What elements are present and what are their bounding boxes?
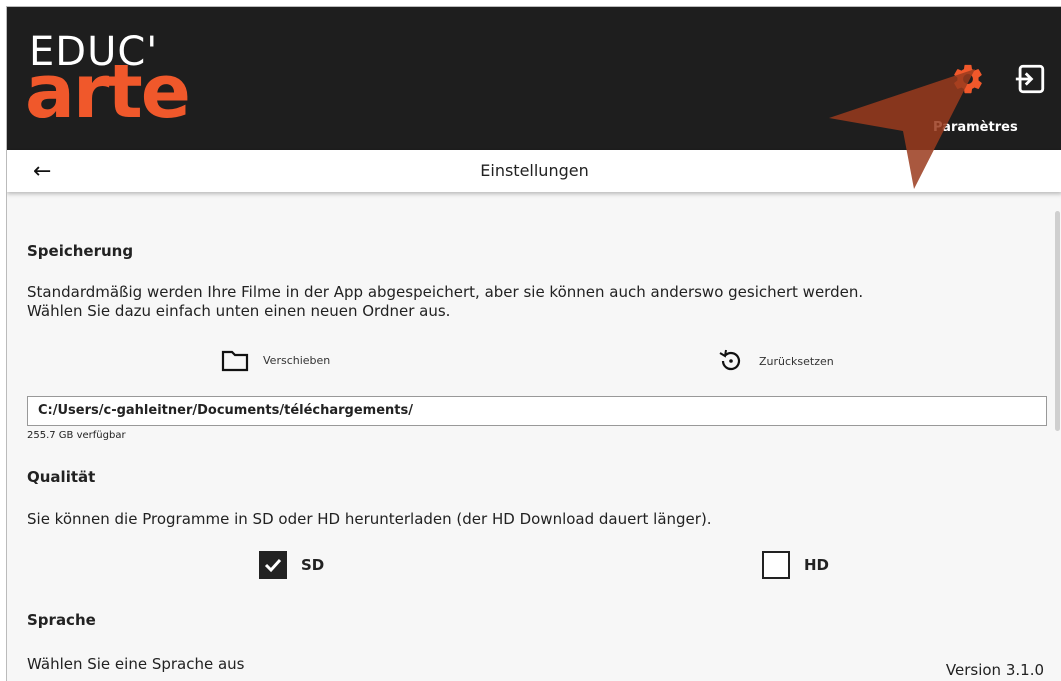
reset-label: Zurücksetzen bbox=[759, 354, 834, 368]
reset-button[interactable]: Zurücksetzen bbox=[717, 348, 834, 374]
language-description: Wählen Sie eine Sprache aus bbox=[27, 655, 245, 673]
scrollbar[interactable] bbox=[1055, 211, 1060, 431]
quality-heading: Qualität bbox=[27, 468, 96, 486]
page-title: Einstellungen bbox=[480, 161, 589, 180]
checkmark-icon bbox=[264, 558, 282, 573]
storage-path-field[interactable]: C:/Users/c-gahleitner/Documents/téléchar… bbox=[27, 396, 1047, 426]
folder-icon bbox=[221, 350, 249, 372]
hd-checkbox[interactable]: HD bbox=[762, 551, 829, 579]
title-bar: ← Einstellungen bbox=[7, 150, 1061, 192]
storage-description-1: Standardmäßig werden Ihre Filme in der A… bbox=[27, 283, 864, 301]
sd-checkbox[interactable]: SD bbox=[259, 551, 324, 579]
language-heading: Sprache bbox=[27, 611, 96, 629]
reset-icon bbox=[719, 349, 741, 371]
storage-description-2: Wählen Sie dazu einfach unten einen neue… bbox=[27, 302, 451, 320]
sd-label: SD bbox=[301, 556, 325, 574]
quality-description: Sie können die Programme in SD oder HD h… bbox=[27, 510, 712, 528]
available-space: 255.7 GB verfügbar bbox=[27, 430, 126, 441]
logout-icon[interactable] bbox=[1013, 62, 1047, 96]
checkbox-box[interactable] bbox=[762, 551, 790, 579]
settings-tooltip: Paramètres bbox=[933, 120, 1018, 135]
app-header: EDUC' arte Paramètres bbox=[7, 7, 1061, 150]
move-button[interactable]: Verschieben bbox=[221, 348, 330, 372]
move-label: Verschieben bbox=[263, 353, 331, 367]
settings-content: Speicherung Standardmäßig werden Ihre Fi… bbox=[7, 193, 1061, 681]
app-window: EDUC' arte Paramètres ← Einstellungen Sp… bbox=[6, 6, 1061, 681]
storage-heading: Speicherung bbox=[27, 242, 134, 260]
gear-icon[interactable] bbox=[951, 62, 985, 96]
checkbox-box[interactable] bbox=[259, 551, 287, 579]
hd-label: HD bbox=[804, 556, 830, 574]
version-label: Version 3.1.0 bbox=[945, 661, 1044, 679]
logo-arte: arte bbox=[25, 49, 191, 135]
